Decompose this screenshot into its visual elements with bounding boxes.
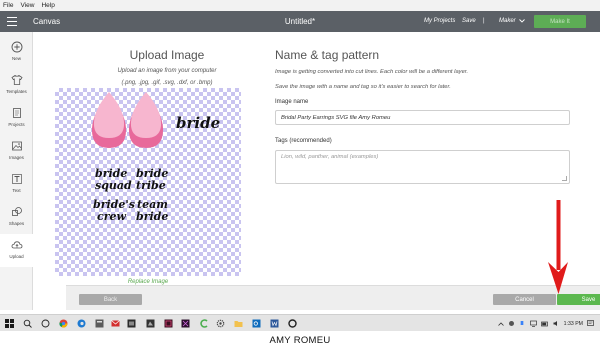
menu-view[interactable]: View bbox=[20, 2, 34, 9]
search-icon[interactable] bbox=[22, 318, 32, 328]
document-title[interactable]: Untitled* bbox=[285, 17, 315, 26]
right-earring-shape bbox=[128, 92, 164, 148]
shapes-icon bbox=[11, 207, 22, 216]
sidebar-item-upload[interactable]: Upload bbox=[0, 234, 33, 267]
back-button[interactable]: Back bbox=[79, 294, 142, 305]
left-sidebar: New Templates Projects Images Text Shape… bbox=[0, 32, 33, 310]
sidebar-label-projects: Projects bbox=[8, 122, 25, 127]
sidebar-label-templates: Templates bbox=[6, 89, 27, 94]
app-red-icon[interactable] bbox=[163, 318, 173, 328]
system-tray: 1:33 PM bbox=[497, 315, 594, 332]
machine-label: Maker bbox=[499, 18, 516, 24]
sidebar-item-text[interactable]: Text bbox=[0, 168, 33, 201]
design-space-taskbar-icon[interactable] bbox=[199, 318, 209, 328]
folder-icon bbox=[12, 108, 21, 118]
app-name: Canvas bbox=[33, 17, 61, 26]
right-earring-inner bbox=[130, 92, 162, 138]
os-menu-bar: File View Help bbox=[0, 0, 600, 11]
text-icon bbox=[11, 174, 22, 184]
sidebar-item-projects[interactable]: Projects bbox=[0, 102, 33, 135]
upload-cloud-icon bbox=[11, 241, 22, 249]
tray-chevron-up-icon[interactable] bbox=[497, 321, 504, 326]
plus-circle-icon bbox=[11, 41, 22, 53]
app-circle-icon[interactable] bbox=[287, 318, 297, 328]
art-word-team-bride-2: bride bbox=[136, 210, 168, 223]
mail-icon[interactable] bbox=[110, 318, 120, 328]
resize-grip-icon[interactable] bbox=[562, 176, 567, 181]
upload-formats-note: (.png, .jpg, .gif, .svg, .dxf, or .bmp) bbox=[121, 80, 213, 86]
tray-battery-icon[interactable] bbox=[540, 321, 549, 327]
header-save-link[interactable]: Save bbox=[462, 18, 476, 24]
windows-start-icon[interactable] bbox=[4, 318, 14, 328]
windows-taskbar: 1:33 PM bbox=[0, 314, 600, 331]
art-word-bride: bride bbox=[176, 114, 220, 132]
conversion-note: Image is getting converted into cut line… bbox=[275, 69, 469, 75]
name-tag-title: Name & tag pattern bbox=[275, 48, 380, 62]
save-hint-note: Save the image with a name and tag so it… bbox=[275, 84, 451, 90]
tray-app-icon[interactable] bbox=[508, 320, 515, 327]
tags-placeholder: Lion, wild, panther, animal (examples) bbox=[281, 154, 379, 160]
upload-main-panel: Upload Image Upload an image from your c… bbox=[33, 32, 600, 310]
tags-label: Tags (recommended) bbox=[275, 138, 332, 144]
header-separator: | bbox=[483, 18, 485, 24]
art-word-brides-crew-2: crew bbox=[97, 210, 126, 223]
chrome-icon[interactable] bbox=[58, 318, 68, 328]
menu-file[interactable]: File bbox=[3, 2, 13, 9]
left-earring-inner bbox=[93, 92, 125, 138]
settings-gear-icon[interactable] bbox=[215, 318, 225, 328]
sidebar-label-shapes: Shapes bbox=[8, 221, 25, 226]
tray-dropbox-icon[interactable] bbox=[519, 320, 526, 327]
sidebar-item-images[interactable]: Images bbox=[0, 135, 33, 168]
image-name-label: Image name bbox=[275, 99, 309, 105]
image-name-input[interactable]: Bridal Party Earrings SVG file Amy Romeu bbox=[275, 110, 570, 125]
app-header: Canvas Untitled* My Projects Save | Make… bbox=[0, 11, 600, 32]
outlook-icon[interactable] bbox=[251, 318, 261, 328]
art-word-bride-squad-2: squad bbox=[95, 179, 132, 192]
sidebar-item-new[interactable]: New bbox=[0, 36, 33, 69]
tags-textarea[interactable]: Lion, wild, panther, animal (examples) bbox=[275, 150, 570, 184]
red-arrow-annotation-icon bbox=[548, 200, 568, 294]
sidebar-item-shapes[interactable]: Shapes bbox=[0, 201, 33, 234]
upload-image-title: Upload Image bbox=[129, 48, 205, 62]
image-preview-canvas: bride bride squad bride tribe bride's cr… bbox=[55, 88, 241, 276]
file-explorer-icon[interactable] bbox=[233, 318, 243, 328]
edge-icon[interactable] bbox=[76, 318, 86, 328]
uploaded-artwork: bride bride squad bride tribe bride's cr… bbox=[91, 92, 220, 223]
sidebar-label-text: Text bbox=[12, 188, 21, 193]
tray-clock[interactable]: 1:33 PM bbox=[564, 321, 583, 327]
screenshot-root: File View Help Canvas Untitled* My Proje… bbox=[0, 0, 600, 350]
sidebar-label-images: Images bbox=[9, 155, 24, 160]
shirt-icon bbox=[10, 75, 23, 85]
chevron-down-icon bbox=[518, 19, 525, 23]
notifications-icon[interactable] bbox=[587, 320, 594, 327]
sidebar-label-upload: Upload bbox=[9, 254, 24, 259]
photos-icon[interactable] bbox=[126, 318, 136, 328]
machine-select[interactable]: Maker bbox=[499, 18, 525, 24]
hamburger-menu-icon[interactable] bbox=[7, 17, 17, 26]
word-icon[interactable] bbox=[269, 318, 279, 328]
author-watermark: AMY ROMEU bbox=[269, 335, 331, 346]
cancel-button[interactable]: Cancel bbox=[493, 294, 556, 305]
calculator-icon[interactable] bbox=[94, 318, 104, 328]
left-earring-shape bbox=[91, 92, 127, 148]
upload-subtitle: Upload an image from your computer bbox=[117, 68, 217, 74]
art-word-bride-tribe-2: tribe bbox=[136, 179, 166, 192]
tray-network-icon[interactable] bbox=[529, 320, 537, 327]
app-dark-icon[interactable] bbox=[145, 318, 155, 328]
task-view-icon[interactable] bbox=[40, 318, 50, 328]
my-projects-link[interactable]: My Projects bbox=[424, 18, 455, 24]
app-purple-icon[interactable] bbox=[180, 318, 190, 328]
menu-help[interactable]: Help bbox=[41, 2, 54, 9]
make-it-button[interactable]: Make It bbox=[534, 15, 586, 28]
tray-volume-icon[interactable] bbox=[553, 320, 560, 327]
bottom-action-bar: Back Cancel Save bbox=[66, 285, 600, 310]
sidebar-label-new: New bbox=[11, 56, 21, 61]
image-icon bbox=[11, 141, 22, 151]
sidebar-item-templates[interactable]: Templates bbox=[0, 69, 33, 102]
